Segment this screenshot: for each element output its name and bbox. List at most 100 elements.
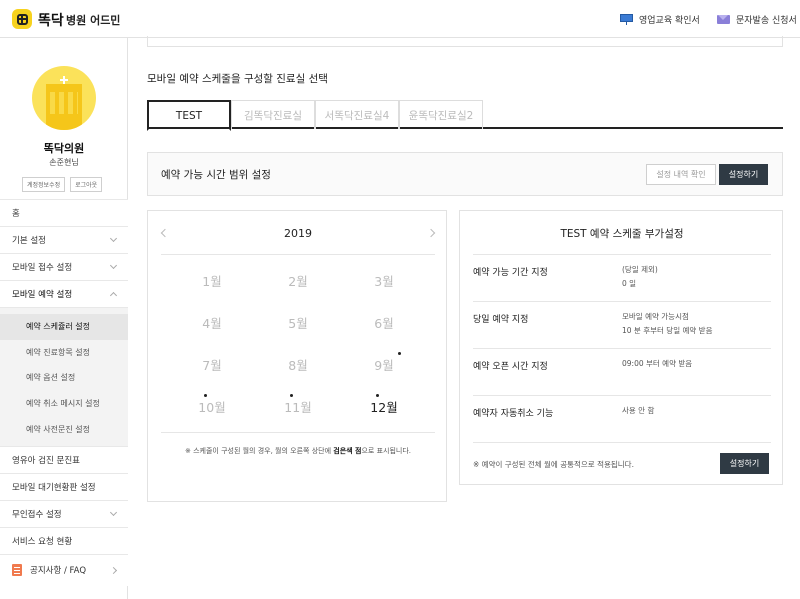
user-name: 손준현님 xyxy=(49,158,79,167)
same-day-value: 모바일 예약 가능시점 10 분 후부터 당일 예약 받음 xyxy=(622,310,712,338)
sidebar-subitem-options[interactable]: 예약 옵션 설정 xyxy=(0,365,128,391)
sidebar-submenu: 예약 스케쥴러 설정 예약 진료항목 설정 예약 옵션 설정 예약 취소 메시지… xyxy=(0,307,128,446)
month-cell[interactable]: 7월 xyxy=(182,355,242,374)
sidebar-item-infant-checkup[interactable]: 영유아 검진 문진표 xyxy=(0,445,128,473)
sidebar-item-notice-faq[interactable]: 공지사항 / FAQ xyxy=(0,553,128,586)
month-cell[interactable]: 6월 xyxy=(354,313,414,332)
reservation-period-value: (당일 제외) 0 일 xyxy=(622,263,658,291)
sidebar-item-label: 영유아 검진 문진표 xyxy=(12,455,80,466)
month-cell[interactable]: 2월 xyxy=(268,271,328,290)
extra-settings-panel: TEST 예약 스케줄 부가설정 예약 가능 기간 지정 (당일 제외) 0 일… xyxy=(459,210,783,485)
tab-test[interactable]: TEST xyxy=(147,100,231,131)
same-day-value-1: 모바일 예약 가능시점 xyxy=(622,312,689,321)
history-button[interactable]: 설정 내역 확인 xyxy=(646,164,716,185)
reservation-period-days: 0 일 xyxy=(622,279,637,288)
tab-room-yoon[interactable]: 윤똑닥진료실2 xyxy=(399,100,483,129)
sidebar-item-label: 모바일 대기현황판 설정 xyxy=(12,482,96,493)
time-range-panel: 예약 가능 시간 범위 설정 설정 내역 확인 설정하기 xyxy=(147,152,783,196)
logo-icon[interactable] xyxy=(12,9,32,29)
brand-subtitle: 병원 어드민 xyxy=(66,14,121,27)
schedule-dot-icon xyxy=(398,352,401,355)
sidebar-item-kiosk[interactable]: 무인접수 설정 xyxy=(0,499,128,527)
month-cell[interactable]: 4월 xyxy=(182,313,242,332)
sidebar-item-waiting-board[interactable]: 모바일 대기현황판 설정 xyxy=(0,472,128,500)
tab-room-kim[interactable]: 김똑닥진료실 xyxy=(231,100,315,129)
sidebar-item-label: 무인접수 설정 xyxy=(12,509,62,520)
calendar-note: ※ 스케줄이 구성된 월의 경우, 월의 오른쪽 상단에 검은색 점으로 표시됩… xyxy=(148,446,448,456)
sidebar-item-label: 모바일 예약 설정 xyxy=(12,290,73,300)
open-time-label: 예약 오픈 시간 지정 xyxy=(473,362,548,372)
schedule-dot-icon xyxy=(204,394,207,397)
sidebar-item-label: 공지사항 / FAQ xyxy=(30,566,87,577)
divider xyxy=(473,395,771,396)
divider xyxy=(161,254,435,255)
sidebar: 똑닥의원 손준현님 계정정보수정 로그아웃 홈 기본 설정 모바일 접수 설정 … xyxy=(0,38,128,599)
divider xyxy=(473,348,771,349)
range-set-button[interactable]: 설정하기 xyxy=(719,164,768,185)
month-cell[interactable]: 3월 xyxy=(354,271,414,290)
brand-name[interactable]: 똑닥 xyxy=(38,10,64,30)
same-day-value-2: 10 분 후부터 당일 예약 받음 xyxy=(622,326,713,335)
clinic-name: 똑닥의원 xyxy=(43,142,85,155)
calendar-note-text: ※ 스케줄이 구성된 월의 경우, 월의 오른쪽 상단에 xyxy=(185,447,334,455)
easel-icon xyxy=(620,14,633,25)
document-icon xyxy=(12,564,22,577)
sidebar-menu: 홈 기본 설정 모바일 접수 설정 모바일 예약 설정 예약 스케쥴러 설정 예… xyxy=(0,199,128,586)
divider xyxy=(473,301,771,302)
month-cell[interactable]: 11월 xyxy=(268,397,328,416)
sidebar-item-service-requests[interactable]: 서비스 요청 현황 xyxy=(0,526,128,554)
clinic-avatar xyxy=(32,66,96,130)
calendar-year: 2019 xyxy=(284,227,312,240)
schedule-dot-icon xyxy=(376,394,379,397)
main-content: 모바일 예약 스케줄을 구성할 진료실 선택 TEST 김똑닥진료실 서똑닥진료… xyxy=(128,36,800,599)
open-time-value: 09:00 부터 예약 받음 xyxy=(622,359,693,368)
reservation-period-label: 예약 가능 기간 지정 xyxy=(473,268,548,278)
month-cell[interactable]: 9월 xyxy=(354,355,414,374)
chevron-down-icon xyxy=(109,508,118,517)
chevron-right-icon xyxy=(109,566,118,575)
edit-account-button[interactable]: 계정정보수정 xyxy=(22,177,66,192)
extra-set-button[interactable]: 설정하기 xyxy=(720,453,769,474)
month-cell[interactable]: 12월 xyxy=(354,397,414,416)
chevron-down-icon xyxy=(109,261,118,270)
sidebar-item-label: 기본 설정 xyxy=(12,236,46,246)
month-calendar: 2019 1월 2월 3월 4월 5월 6월 7월 8월 9월 10월 11월 12월 ※ 스케줄이 … xyxy=(147,210,447,502)
sales-training-link[interactable]: 영업교육 확인서 xyxy=(620,13,700,26)
sidebar-item-label: 서비스 요청 현황 xyxy=(12,536,73,547)
same-day-label: 당일 예약 지정 xyxy=(473,315,529,325)
sales-training-label: 영업교육 확인서 xyxy=(639,16,700,26)
month-cell[interactable]: 5월 xyxy=(268,313,328,332)
month-cell[interactable]: 1월 xyxy=(182,271,242,290)
month-cell[interactable]: 8월 xyxy=(268,355,328,374)
sidebar-subitem-treatment-items[interactable]: 예약 진료항목 설정 xyxy=(0,340,128,366)
sidebar-item-mobile-reception[interactable]: 모바일 접수 설정 xyxy=(0,253,128,280)
sidebar-item-basic-settings[interactable]: 기본 설정 xyxy=(0,226,128,253)
section-title: 모바일 예약 스케줄을 구성할 진료실 선택 xyxy=(147,73,328,85)
sidebar-item-home[interactable]: 홈 xyxy=(0,199,128,226)
schedule-dot-icon xyxy=(290,394,293,397)
time-range-title: 예약 가능 시간 범위 설정 xyxy=(161,169,271,181)
sidebar-item-label: 홈 xyxy=(12,209,20,219)
auto-cancel-value: 사용 안 함 xyxy=(622,406,655,415)
hospital-building-icon xyxy=(46,84,82,130)
sidebar-item-label: 모바일 접수 설정 xyxy=(12,263,73,273)
sidebar-subitem-scheduler[interactable]: 예약 스케쥴러 설정 xyxy=(0,314,128,340)
sidebar-subitem-questionnaire[interactable]: 예약 사전문진 설정 xyxy=(0,416,128,442)
divider xyxy=(161,432,435,433)
calendar-note-bold: 검은색 점 xyxy=(333,447,362,455)
extra-settings-note: ※ 예약이 구성된 전체 월에 공통적으로 적용됩니다. xyxy=(473,460,634,469)
auto-cancel-label: 예약자 자동취소 기능 xyxy=(473,409,554,419)
sidebar-item-mobile-reservation[interactable]: 모바일 예약 설정 xyxy=(0,280,128,307)
logout-button[interactable]: 로그아웃 xyxy=(70,177,103,192)
month-cell[interactable]: 10월 xyxy=(182,397,242,416)
chevron-up-icon xyxy=(109,291,118,300)
tab-room-seo[interactable]: 서똑닥진료실4 xyxy=(315,100,399,129)
divider xyxy=(473,254,771,255)
reservation-period-note: (당일 제외) xyxy=(622,265,658,274)
top-panel-edge xyxy=(147,36,783,47)
sidebar-subitem-cancel-message[interactable]: 예약 취소 메시지 설정 xyxy=(0,391,128,417)
top-header: 똑닥 병원 어드민 영업교육 확인서 문자발송 신청서 xyxy=(0,0,800,38)
sms-request-link[interactable]: 문자발송 신청서 xyxy=(717,13,797,26)
mail-icon xyxy=(717,15,730,24)
sms-request-label: 문자발송 신청서 xyxy=(736,16,797,26)
